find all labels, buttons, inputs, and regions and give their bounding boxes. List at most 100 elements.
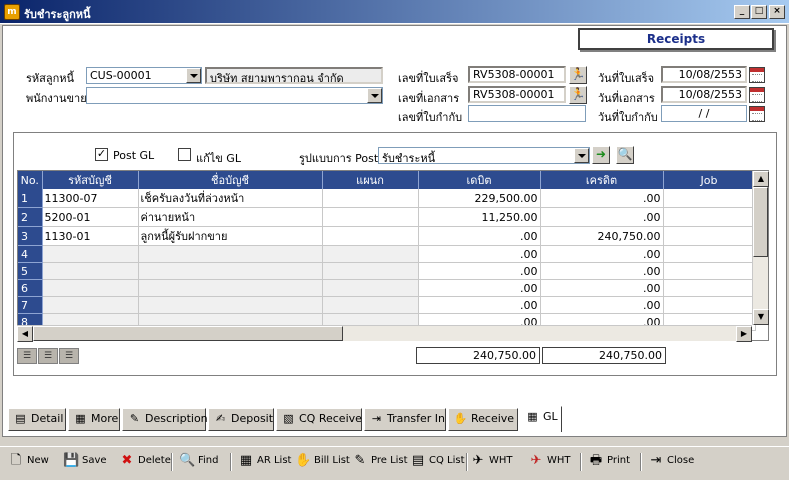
tab-deposit[interactable]: ✍ Deposit xyxy=(208,408,274,431)
post-format-select[interactable]: รับชำระหนี้ xyxy=(378,147,590,164)
minimize-button[interactable]: _ xyxy=(734,5,750,19)
account-name-cell[interactable]: เช็ครับลงวันที่ล่วงหน้า xyxy=(138,189,323,208)
pre-list-button[interactable]: ✎ Pre List xyxy=(352,451,408,473)
find-button[interactable]: 🔍 Find xyxy=(179,451,219,473)
bill-list-button[interactable]: ✋ Bill List xyxy=(295,451,350,473)
tax-invoice-no-field[interactable] xyxy=(468,105,586,122)
department-cell[interactable] xyxy=(322,279,419,297)
ar-list-button[interactable]: ▦ AR List xyxy=(238,451,292,473)
account-code-cell[interactable]: 11300-07 xyxy=(42,189,139,208)
col-header-account-code[interactable]: รหัสบัญชี xyxy=(42,171,139,189)
table-row[interactable]: 4 .00.00 xyxy=(18,245,756,263)
table-row[interactable]: 2 5200-01 ค่านายหน้า 11,250.00.00 xyxy=(18,207,756,227)
account-code-cell[interactable]: 1130-01 xyxy=(42,226,139,246)
credit-cell[interactable]: .00 xyxy=(540,262,664,280)
credit-cell[interactable]: .00 xyxy=(540,279,664,297)
col-header-debit[interactable]: เดบิต xyxy=(418,171,541,189)
tab-cq-receive[interactable]: ▧ CQ Receive xyxy=(276,408,362,431)
credit-cell[interactable]: .00 xyxy=(540,296,664,314)
wht-button[interactable]: ✈ WHT xyxy=(470,451,513,473)
tab-description[interactable]: ✎ Description xyxy=(122,408,208,431)
doc-date-field[interactable]: 10/08/2553 xyxy=(661,86,747,103)
col-header-credit[interactable]: เครดิต xyxy=(540,171,664,189)
post-arrow-icon[interactable]: ➜ xyxy=(592,146,610,164)
receipt-date-field[interactable]: 10/08/2553 xyxy=(661,66,747,83)
scroll-up-icon[interactable]: ▲ xyxy=(753,171,769,187)
table-row[interactable]: 7 .00.00 xyxy=(18,296,756,314)
cq-list-button[interactable]: ▤ CQ List xyxy=(410,451,465,473)
insert-row-icon[interactable]: ☰ xyxy=(17,348,37,364)
debit-cell[interactable]: .00 xyxy=(418,262,541,280)
salesperson-dropdown[interactable] xyxy=(367,88,382,103)
debit-cell[interactable]: .00 xyxy=(418,279,541,297)
job-cell[interactable] xyxy=(663,279,756,297)
account-name-cell[interactable]: ค่านายหน้า xyxy=(138,207,323,227)
account-name-cell[interactable]: ลูกหนี้ผู้รับฝากขาย xyxy=(138,226,323,246)
tab-receive[interactable]: ✋ Receive xyxy=(448,408,518,431)
col-header-department[interactable]: แผนก xyxy=(322,171,419,189)
job-cell[interactable] xyxy=(663,226,756,246)
account-code-cell[interactable] xyxy=(42,262,139,280)
credit-cell[interactable]: 240,750.00 xyxy=(540,226,664,246)
calendar-icon[interactable] xyxy=(749,87,765,103)
col-header-no[interactable]: No. xyxy=(18,171,43,189)
debit-cell[interactable]: 11,250.00 xyxy=(418,207,541,227)
scroll-thumb[interactable] xyxy=(753,187,768,257)
table-row[interactable]: 5 .00.00 xyxy=(18,262,756,280)
col-header-job[interactable]: Job xyxy=(663,171,756,189)
delete-button[interactable]: ✖ Delete xyxy=(119,451,171,473)
close-window-button[interactable]: × xyxy=(769,5,785,19)
tab-transfer-in[interactable]: ⇥ Transfer In xyxy=(364,408,446,431)
debit-cell[interactable]: 229,500.00 xyxy=(418,189,541,208)
credit-cell[interactable]: .00 xyxy=(540,245,664,263)
department-cell[interactable] xyxy=(322,226,419,246)
scroll-thumb[interactable] xyxy=(33,326,343,341)
account-code-cell[interactable] xyxy=(42,279,139,297)
tab-gl[interactable]: ▦ GL xyxy=(520,406,562,432)
customer-code-dropdown[interactable] xyxy=(186,68,201,83)
department-cell[interactable] xyxy=(322,245,419,263)
append-row-icon[interactable]: ☰ xyxy=(38,348,58,364)
account-code-cell[interactable]: 5200-01 xyxy=(42,207,139,227)
run-number-icon[interactable]: 🏃 xyxy=(569,66,587,84)
col-header-account-name[interactable]: ชื่อบัญชี xyxy=(138,171,323,189)
edit-gl-checkbox[interactable] xyxy=(178,148,191,161)
account-code-cell[interactable] xyxy=(42,296,139,314)
department-cell[interactable] xyxy=(322,296,419,314)
print-button[interactable]: 🖶 Print xyxy=(588,451,630,473)
job-cell[interactable] xyxy=(663,189,756,208)
account-code-cell[interactable] xyxy=(42,245,139,263)
maximize-button[interactable]: □ xyxy=(751,5,767,19)
scroll-down-icon[interactable]: ▼ xyxy=(753,309,769,325)
job-cell[interactable] xyxy=(663,296,756,314)
scroll-left-icon[interactable]: ◀ xyxy=(17,326,33,342)
account-name-cell[interactable] xyxy=(138,296,323,314)
calendar-icon[interactable] xyxy=(749,106,765,122)
new-button[interactable]: 🗋 New xyxy=(8,451,49,473)
customer-code-field[interactable]: CUS-00001 xyxy=(86,67,202,84)
tab-detail[interactable]: ▤ Detail xyxy=(8,408,66,431)
job-cell[interactable] xyxy=(663,207,756,227)
run-number-icon[interactable]: 🏃 xyxy=(569,86,587,104)
receipt-no-field[interactable]: RV5308-00001 xyxy=(468,66,566,83)
debit-cell[interactable]: .00 xyxy=(418,245,541,263)
post-gl-checkbox[interactable]: ✓ xyxy=(95,148,108,161)
account-name-cell[interactable] xyxy=(138,279,323,297)
post-format-dropdown[interactable] xyxy=(574,148,589,163)
scroll-right-icon[interactable]: ▶ xyxy=(736,326,752,342)
job-cell[interactable] xyxy=(663,245,756,263)
grid-horizontal-scrollbar[interactable]: ◀ ▶ xyxy=(17,325,752,342)
table-row[interactable]: 6 .00.00 xyxy=(18,279,756,297)
close-button[interactable]: ⇥ Close xyxy=(648,451,695,473)
tab-more[interactable]: ▦ More xyxy=(68,408,120,431)
debit-cell[interactable]: .00 xyxy=(418,296,541,314)
delete-row-icon[interactable]: ☰ xyxy=(59,348,79,364)
job-cell[interactable] xyxy=(663,262,756,280)
department-cell[interactable] xyxy=(322,207,419,227)
table-row[interactable]: 1 11300-07 เช็ครับลงวันที่ล่วงหน้า 229,500.… xyxy=(18,189,756,208)
salesperson-field[interactable] xyxy=(86,87,383,104)
calendar-icon[interactable] xyxy=(749,67,765,83)
department-cell[interactable] xyxy=(322,189,419,208)
department-cell[interactable] xyxy=(322,262,419,280)
doc-no-field[interactable]: RV5308-00001 xyxy=(468,86,566,103)
